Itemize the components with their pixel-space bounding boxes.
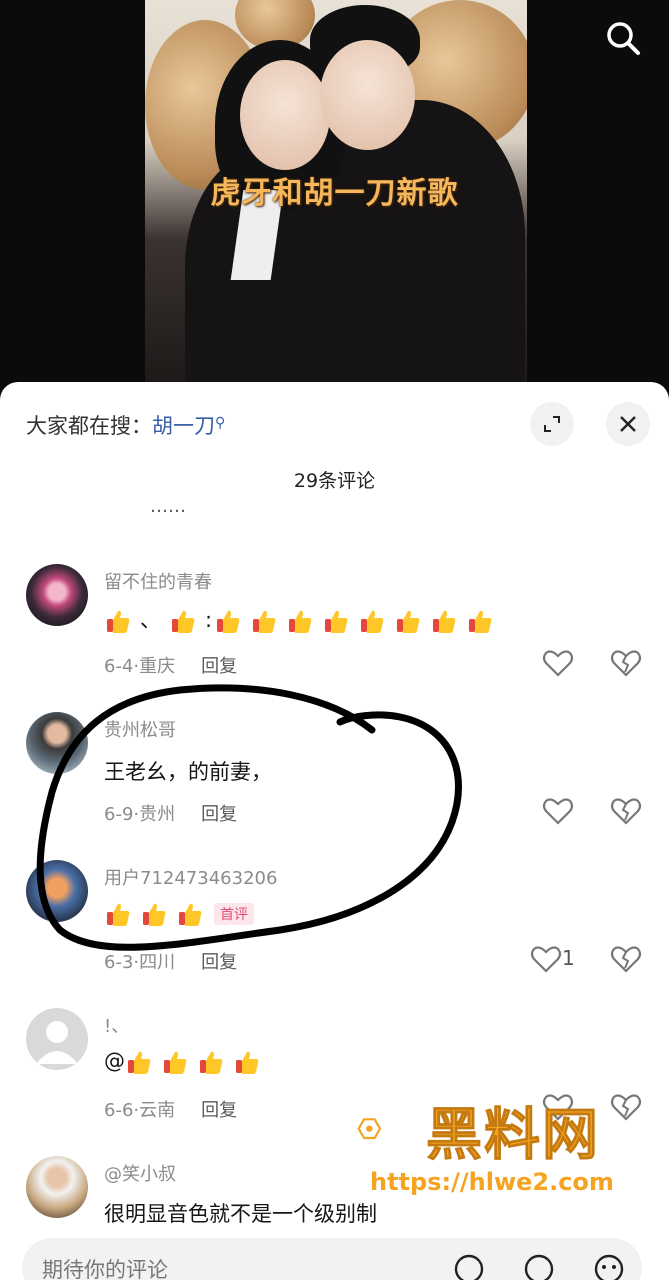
watermark-title: 黑料网 — [426, 1103, 600, 1169]
search-icon[interactable] — [603, 18, 643, 58]
avatar[interactable] — [26, 1008, 88, 1070]
thumbs-up-emoji — [128, 1051, 151, 1074]
like-count: 1 — [562, 946, 575, 970]
mention-icon[interactable] — [452, 1252, 486, 1280]
trending-keyword[interactable]: 胡一刀 — [152, 414, 215, 438]
thumbs-up-emoji — [107, 610, 130, 633]
comment-mention: @ — [104, 1049, 125, 1073]
trending-search[interactable]: 大家都在搜：胡一刀⚲ — [26, 410, 225, 440]
watermark-logo-icon — [357, 1118, 382, 1140]
video-caption: 虎牙和胡一刀新歌 — [210, 176, 459, 211]
avatar[interactable] — [26, 1156, 88, 1218]
thumbs-up-emoji — [361, 610, 384, 633]
comment-date: 6-6 — [104, 1100, 134, 1121]
broken-heart-icon[interactable] — [610, 648, 642, 678]
video-player[interactable]: 虎牙和胡一刀新歌 — [0, 0, 669, 400]
comment-location: 云南 — [139, 1100, 176, 1121]
thumbs-up-emoji — [253, 610, 276, 633]
emoji-icon[interactable] — [592, 1252, 626, 1280]
comment-date: 6-3 — [104, 952, 134, 973]
expand-button[interactable] — [530, 402, 574, 446]
broken-heart-icon[interactable] — [610, 1092, 642, 1122]
expand-icon — [544, 416, 560, 432]
face — [240, 60, 330, 170]
search-small-icon: ⚲ — [215, 415, 226, 431]
first-comment-badge: 首评 — [214, 903, 254, 925]
close-button[interactable] — [606, 402, 650, 446]
comment-location: 重庆 — [139, 656, 176, 677]
thumbs-up-emoji — [164, 1051, 187, 1074]
thumbs-up-emoji — [236, 1051, 259, 1074]
comment-meta: 6-6·云南 回复 — [104, 1100, 238, 1121]
comment-meta: 6-4·重庆 回复 — [104, 656, 238, 677]
broken-heart-icon[interactable] — [610, 796, 642, 826]
comment-date: 6-9 — [104, 804, 134, 825]
thumbs-up-emoji — [200, 1051, 223, 1074]
comment-text: 首评 — [104, 900, 254, 928]
comment-meta: 6-9·贵州 回复 — [104, 804, 238, 825]
comment-username[interactable]: !、 — [104, 1012, 129, 1038]
sheet-header: 大家都在搜：胡一刀⚲ — [0, 382, 669, 462]
close-icon — [620, 416, 636, 432]
avatar[interactable] — [26, 860, 88, 922]
comment-username[interactable]: 用户712473463206 — [104, 864, 277, 890]
comment-username[interactable]: 留不住的青春 — [104, 568, 212, 594]
comment-input-placeholder: 期待你的评论 — [42, 1258, 168, 1280]
thumbs-up-emoji — [143, 903, 166, 926]
comment-text: @ — [104, 1048, 269, 1076]
comment-input-bar: 期待你的评论 — [0, 1224, 669, 1280]
broken-heart-icon[interactable] — [610, 944, 642, 974]
thumbs-up-emoji — [172, 610, 195, 633]
watermark-url: https://hlwe2.com — [370, 1168, 614, 1196]
comment-username[interactable]: @笑小叔 — [104, 1160, 176, 1186]
gif-icon[interactable] — [522, 1252, 556, 1280]
heart-icon[interactable] — [542, 648, 574, 678]
trending-prefix: 大家都在搜： — [26, 414, 152, 438]
comment-username[interactable]: 贵州松哥 — [104, 716, 176, 742]
thumbs-up-emoji — [433, 610, 456, 633]
comment-location: 贵州 — [139, 804, 176, 825]
thumbs-up-emoji — [469, 610, 492, 633]
reply-button[interactable]: 回复 — [201, 1100, 237, 1121]
reply-button[interactable]: 回复 — [201, 804, 237, 825]
comment-date: 6-4 — [104, 656, 134, 677]
comment-location: 四川 — [139, 952, 176, 973]
avatar[interactable] — [26, 564, 88, 626]
comment-text: 、: — [104, 604, 502, 635]
comment-count: 29条评论 — [293, 470, 376, 492]
thumbs-up-emoji — [397, 610, 420, 633]
thumbs-up-emoji — [325, 610, 348, 633]
heart-icon[interactable] — [542, 796, 574, 826]
heart-icon[interactable] — [530, 944, 562, 974]
face — [320, 40, 415, 150]
thumbs-up-emoji — [107, 903, 130, 926]
comment-text: 王老幺，的前妻， — [104, 760, 272, 784]
avatar[interactable] — [26, 712, 88, 774]
reply-button[interactable]: 回复 — [201, 952, 237, 973]
default-avatar-icon — [36, 1021, 78, 1064]
truncated-previous-comment: …… — [150, 506, 280, 516]
comment-meta: 6-3·四川 回复 — [104, 952, 238, 973]
thumbs-up-emoji — [179, 903, 202, 926]
thumbs-up-emoji — [217, 610, 240, 633]
reply-button[interactable]: 回复 — [201, 656, 237, 677]
thumbs-up-emoji — [289, 610, 312, 633]
